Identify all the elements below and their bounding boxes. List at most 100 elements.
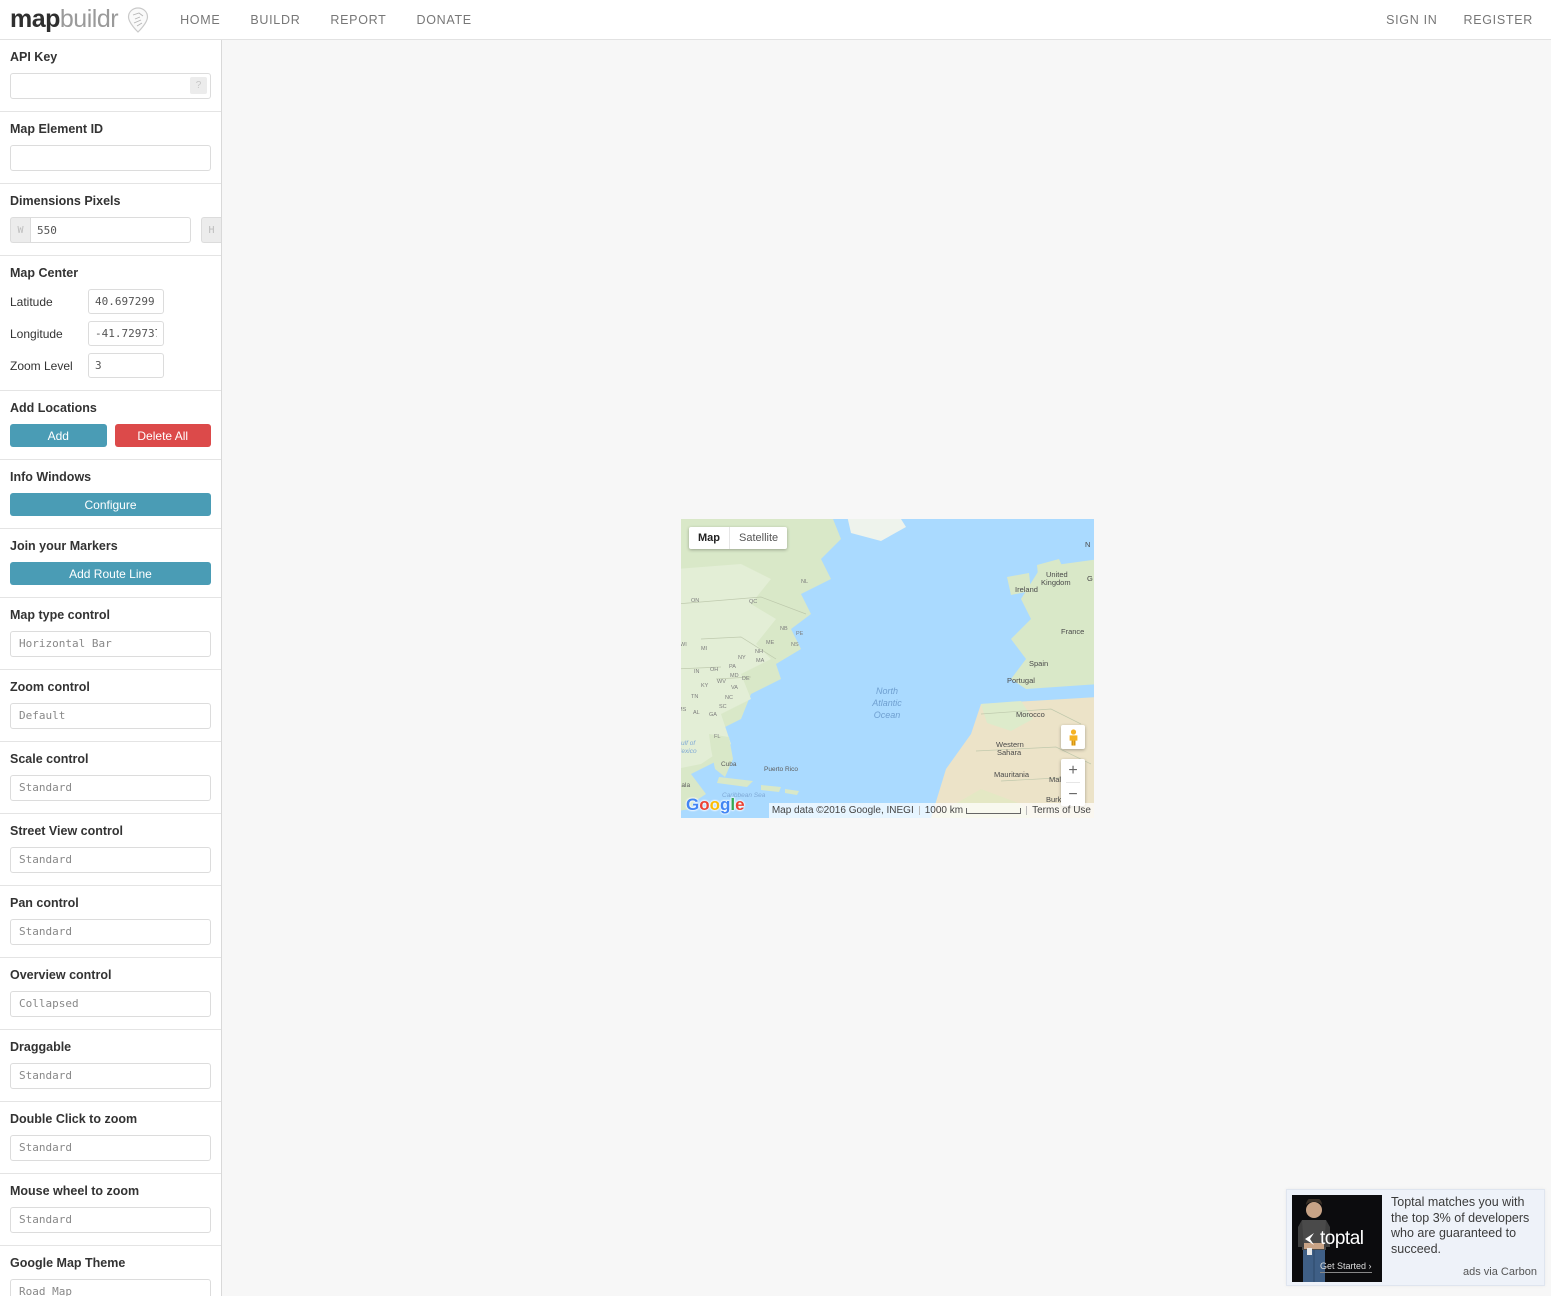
map-type-toggle[interactable]: Map Satellite <box>689 527 788 549</box>
zoom-controls: + − <box>1061 759 1085 806</box>
google-map-theme-select[interactable]: Road Map <box>10 1279 211 1296</box>
svg-text:N: N <box>1085 540 1090 549</box>
map-element-id-input[interactable] <box>10 145 211 171</box>
svg-text:VA: VA <box>731 685 738 691</box>
google-logo: Google <box>686 795 745 815</box>
svg-text:NS: NS <box>791 642 799 648</box>
panel-map-center: Map Center Latitude Longitude Zoom Level <box>0 256 221 391</box>
latitude-label: Latitude <box>10 294 53 309</box>
svg-text:NC: NC <box>725 695 733 701</box>
ad-cta-arrow-icon: › <box>1368 1261 1372 1271</box>
svg-text:NL: NL <box>801 579 808 585</box>
nav-item-buildr[interactable]: BUILDR <box>250 13 300 27</box>
brand-logo[interactable]: map buildr <box>10 5 150 34</box>
svg-text:GA: GA <box>709 712 717 718</box>
scale-control-select[interactable]: Standard <box>10 775 211 801</box>
latitude-input[interactable] <box>88 289 164 314</box>
nav-item-report[interactable]: REPORT <box>330 13 386 27</box>
panel-overview-control: Overview control Collapsed <box>0 958 221 1030</box>
svg-text:Spain: Spain <box>1029 659 1048 668</box>
add-location-button[interactable]: Add <box>10 424 107 447</box>
zoom-level-input[interactable] <box>88 353 164 378</box>
pan-control-label: Pan control <box>10 896 79 910</box>
panel-add-locations: Add Locations Add Delete All <box>0 391 221 460</box>
panel-street-view-control: Street View control Standard <box>0 814 221 886</box>
panel-scale-control: Scale control Standard <box>0 742 221 814</box>
panel-zoom-control: Zoom control Default <box>0 670 221 742</box>
mouse-wheel-zoom-select[interactable]: Standard <box>10 1207 211 1233</box>
double-click-zoom-select[interactable]: Standard <box>10 1135 211 1161</box>
svg-text:WI: WI <box>681 642 687 648</box>
register-link[interactable]: REGISTER <box>1464 13 1534 27</box>
map-attribution-bar: Map data ©2016 Google, INEGI 1000 km Ter… <box>768 803 1094 818</box>
ad-copy-text: Toptal matches you with the top 3% of de… <box>1391 1195 1530 1256</box>
google-logo-g1: G <box>686 795 700 814</box>
api-key-label: API Key <box>10 50 58 64</box>
svg-text:AL: AL <box>693 710 700 716</box>
google-logo-e: e <box>735 795 745 814</box>
add-locations-label: Add Locations <box>10 401 97 415</box>
svg-text:Sahara: Sahara <box>997 748 1022 757</box>
svg-text:TN: TN <box>691 694 698 700</box>
street-view-control-select[interactable]: Standard <box>10 847 211 873</box>
api-key-input[interactable] <box>10 73 211 99</box>
svg-text:Cuba: Cuba <box>721 761 737 768</box>
zoom-level-row: Zoom Level <box>10 353 211 378</box>
svg-text:MA: MA <box>756 658 765 664</box>
panel-map-type-control: Map type control Horizontal Bar <box>0 598 221 670</box>
svg-text:SC: SC <box>719 704 727 710</box>
latitude-row: Latitude <box>10 289 211 314</box>
scale-control-label: Scale control <box>10 752 89 766</box>
google-logo-o1: o <box>699 795 710 814</box>
svg-text:PA: PA <box>729 664 736 670</box>
svg-text:Ireland: Ireland <box>1015 585 1038 594</box>
ad-copy[interactable]: Toptal matches you with the top 3% of de… <box>1382 1195 1539 1280</box>
add-route-line-button[interactable]: Add Route Line <box>10 562 211 585</box>
overview-control-select[interactable]: Collapsed <box>10 991 211 1017</box>
ad-image[interactable]: toptal Get Started › <box>1292 1195 1382 1282</box>
nav-item-home[interactable]: HOME <box>180 13 220 27</box>
zoom-in-button[interactable]: + <box>1061 759 1085 782</box>
configure-info-windows-button[interactable]: Configure <box>10 493 211 516</box>
main-nav: HOME BUILDR REPORT DONATE <box>180 13 472 27</box>
pegman-glyph <box>1069 728 1077 746</box>
draggable-label: Draggable <box>10 1040 72 1054</box>
svg-text:Puerto Rico: Puerto Rico <box>764 766 798 773</box>
svg-text:Ocean: Ocean <box>874 710 901 720</box>
attribution-divider-1 <box>918 806 920 815</box>
map-type-satellite-button[interactable]: Satellite <box>730 527 787 549</box>
ad-cta-link[interactable]: Get Started › <box>1320 1261 1372 1273</box>
attribution-divider-2 <box>1026 806 1028 815</box>
panel-draggable: Draggable Standard <box>0 1030 221 1102</box>
svg-text:NY: NY <box>738 655 746 661</box>
svg-text:North: North <box>876 686 898 696</box>
zoom-control-select[interactable]: Default <box>10 703 211 729</box>
api-key-help-icon[interactable]: ? <box>190 77 207 94</box>
width-input[interactable] <box>30 217 191 243</box>
terms-of-use-link[interactable]: Terms of Use <box>1032 805 1091 816</box>
panel-join-markers: Join your Markers Add Route Line <box>0 529 221 598</box>
width-prefix: W <box>10 217 30 243</box>
map-type-map-button[interactable]: Map <box>689 527 729 549</box>
logo-text-primary: map <box>10 5 60 33</box>
ad-via-carbon-link[interactable]: ads via Carbon <box>1463 1265 1537 1281</box>
svg-text:ME: ME <box>766 640 775 646</box>
draggable-select[interactable]: Standard <box>10 1063 211 1089</box>
pan-control-select[interactable]: Standard <box>10 919 211 945</box>
ad-brand-text: toptal <box>1320 1228 1364 1249</box>
street-view-control-label: Street View control <box>10 824 123 838</box>
auth-nav: SIGN IN REGISTER <box>1386 13 1533 27</box>
map-data-attribution: Map data ©2016 Google, INEGI <box>771 805 914 816</box>
map-type-control-select[interactable]: Horizontal Bar <box>10 631 211 657</box>
longitude-input[interactable] <box>88 321 164 346</box>
street-view-pegman-icon[interactable] <box>1061 725 1085 749</box>
map-tiles: North Atlantic Ocean NL ON QC NB PE NS ME MI W… <box>681 519 1094 818</box>
toptal-logo-icon <box>1305 1233 1314 1245</box>
nav-item-donate[interactable]: DONATE <box>416 13 471 27</box>
svg-text:ON: ON <box>691 598 699 604</box>
carbon-ad[interactable]: toptal Get Started › Toptal matches you … <box>1286 1189 1545 1286</box>
sign-in-link[interactable]: SIGN IN <box>1386 13 1437 27</box>
height-input[interactable] <box>221 217 222 243</box>
map-preview[interactable]: North Atlantic Ocean NL ON QC NB PE NS ME MI W… <box>681 519 1094 818</box>
delete-all-locations-button[interactable]: Delete All <box>114 424 211 447</box>
